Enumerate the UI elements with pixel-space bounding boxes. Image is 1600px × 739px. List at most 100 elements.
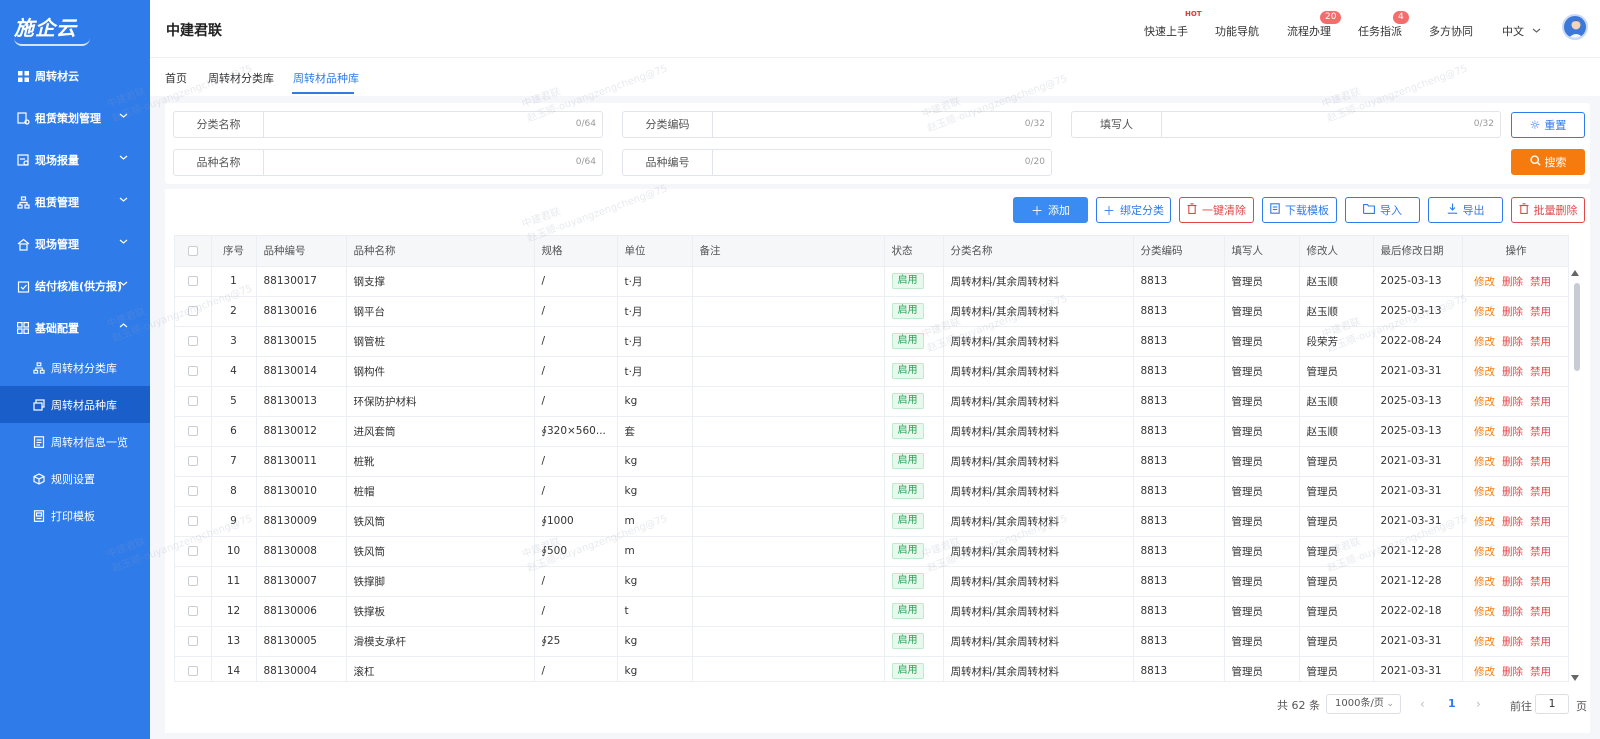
row-checkbox[interactable]: [187, 546, 198, 556]
delete-link[interactable]: 删除: [1502, 306, 1523, 318]
row-checkbox[interactable]: [187, 396, 198, 406]
table-row[interactable]: 13 88130005 滑模支承杆 ∮25 kg 启用 周转材料/其余周转材料 8813 管理员…: [175, 626, 1568, 657]
edit-link[interactable]: 修改: [1474, 306, 1495, 318]
scrollbar-thumb[interactable]: [1574, 283, 1580, 371]
disable-link[interactable]: 禁用: [1530, 576, 1551, 588]
category-name-input[interactable]: 0/64: [264, 112, 602, 137]
edit-link[interactable]: 修改: [1474, 276, 1495, 288]
reset-button[interactable]: ☼ 重置: [1511, 112, 1585, 138]
goto-page-input[interactable]: 1: [1535, 694, 1569, 714]
sidebar-subitem-info-overview[interactable]: 周转材信息一览: [0, 423, 150, 460]
nav-tasks[interactable]: 任务指派: [1358, 23, 1402, 39]
language-select[interactable]: 中文: [1502, 23, 1541, 39]
tab-home[interactable]: 首页: [165, 70, 187, 86]
sidebar-subitem-category-library[interactable]: 周转材分类库: [0, 349, 150, 386]
disable-link[interactable]: 禁用: [1530, 366, 1551, 378]
sidebar-subitem-print-template[interactable]: 打印模板: [0, 497, 150, 534]
disable-link[interactable]: 禁用: [1530, 276, 1551, 288]
table-row[interactable]: 3 88130015 钢管桩 / t·月 启用 周转材料/其余周转材料 8813 管理员 段荣芳 2…: [175, 326, 1568, 357]
select-all-checkbox[interactable]: [187, 245, 198, 256]
disable-link[interactable]: 禁用: [1530, 396, 1551, 408]
delete-link[interactable]: 删除: [1502, 366, 1523, 378]
table-row[interactable]: 7 88130011 桩靴 / kg 启用 周转材料/其余周转材料 8813 管理员 管理员 202…: [175, 446, 1568, 477]
table-row[interactable]: 2 88130016 钢平台 / t·月 启用 周转材料/其余周转材料 8813 管理员 赵玉顺 2…: [175, 296, 1568, 327]
nav-quick-start[interactable]: 快速上手: [1144, 23, 1188, 39]
sidebar-item-basic-config[interactable]: 基础配置: [0, 307, 150, 349]
edit-link[interactable]: 修改: [1474, 336, 1495, 348]
disable-link[interactable]: 禁用: [1530, 636, 1551, 648]
disable-link[interactable]: 禁用: [1530, 606, 1551, 618]
disable-link[interactable]: 禁用: [1530, 486, 1551, 498]
tab-category-library[interactable]: 周转材分类库: [208, 70, 274, 86]
edit-link[interactable]: 修改: [1474, 576, 1495, 588]
delete-link[interactable]: 删除: [1502, 456, 1523, 468]
nav-process[interactable]: 流程办理: [1287, 23, 1331, 39]
delete-link[interactable]: 删除: [1502, 336, 1523, 348]
edit-link[interactable]: 修改: [1474, 396, 1495, 408]
import-button[interactable]: 导入: [1345, 197, 1420, 223]
clear-all-button[interactable]: 一键清除: [1179, 197, 1254, 223]
variety-name-input[interactable]: 0/64: [264, 150, 602, 175]
row-checkbox[interactable]: [187, 426, 198, 436]
row-checkbox[interactable]: [187, 366, 198, 376]
scroll-up-arrow[interactable]: [1571, 270, 1579, 276]
disable-link[interactable]: 禁用: [1530, 666, 1551, 678]
delete-link[interactable]: 删除: [1502, 486, 1523, 498]
delete-link[interactable]: 删除: [1502, 516, 1523, 528]
disable-link[interactable]: 禁用: [1530, 336, 1551, 348]
batch-delete-button[interactable]: 批量删除: [1511, 197, 1585, 223]
sidebar-item-lease-management[interactable]: 租赁管理: [0, 181, 150, 223]
row-checkbox[interactable]: [187, 576, 198, 586]
edit-link[interactable]: 修改: [1474, 516, 1495, 528]
scroll-down-arrow[interactable]: [1571, 675, 1579, 681]
edit-link[interactable]: 修改: [1474, 426, 1495, 438]
row-checkbox[interactable]: [187, 516, 198, 526]
export-button[interactable]: 导出: [1428, 197, 1503, 223]
category-code-input[interactable]: 0/32: [713, 112, 1051, 137]
edit-link[interactable]: 修改: [1474, 486, 1495, 498]
author-input[interactable]: 0/32: [1162, 112, 1500, 137]
tab-variety-library[interactable]: 周转材品种库: [293, 70, 359, 86]
disable-link[interactable]: 禁用: [1530, 426, 1551, 438]
table-row[interactable]: 6 88130012 进风套筒 ∮320×560... 套 启用 周转材料/其余周转材料 88…: [175, 416, 1568, 447]
table-row[interactable]: 11 88130007 铁撑脚 / kg 启用 周转材料/其余周转材料 8813 管理员 管理员 2…: [175, 566, 1568, 597]
row-checkbox[interactable]: [187, 666, 198, 676]
sidebar-item-lease-planning[interactable]: 租赁策划管理: [0, 97, 150, 139]
edit-link[interactable]: 修改: [1474, 666, 1495, 678]
sidebar-subitem-variety-library[interactable]: 周转材品种库: [0, 386, 150, 423]
variety-no-input[interactable]: 0/20: [713, 150, 1051, 175]
row-checkbox[interactable]: [187, 306, 198, 316]
edit-link[interactable]: 修改: [1474, 456, 1495, 468]
table-row[interactable]: 9 88130009 铁风筒 ∮1000 m 启用 周转材料/其余周转材料 8813 管理员 管理…: [175, 506, 1568, 537]
next-page-button[interactable]: ›: [1476, 697, 1481, 711]
sidebar-item-settlement[interactable]: 结付核准(供方报): [0, 265, 150, 307]
nav-function-navigation[interactable]: 功能导航: [1215, 23, 1259, 39]
row-checkbox[interactable]: [187, 276, 198, 286]
user-avatar[interactable]: [1562, 14, 1588, 40]
sidebar-item-site-management[interactable]: 现场管理: [0, 223, 150, 265]
sidebar-subitem-rule-settings[interactable]: 规则设置: [0, 460, 150, 497]
row-checkbox[interactable]: [187, 606, 198, 616]
delete-link[interactable]: 删除: [1502, 666, 1523, 678]
add-button[interactable]: ＋ 添加: [1013, 197, 1088, 223]
delete-link[interactable]: 删除: [1502, 546, 1523, 558]
disable-link[interactable]: 禁用: [1530, 516, 1551, 528]
row-checkbox[interactable]: [187, 336, 198, 346]
current-page[interactable]: 1: [1448, 697, 1456, 710]
delete-link[interactable]: 删除: [1502, 606, 1523, 618]
row-checkbox[interactable]: [187, 636, 198, 646]
sidebar-item-home[interactable]: 周转材云: [0, 55, 150, 97]
nav-collaboration[interactable]: 多方协同: [1429, 23, 1473, 39]
table-row[interactable]: 12 88130006 铁撑板 / t 启用 周转材料/其余周转材料 8813 管理员 管理员 20…: [175, 596, 1568, 627]
table-row[interactable]: 8 88130010 桩帽 / kg 启用 周转材料/其余周转材料 8813 管理员 管理员 202…: [175, 476, 1568, 507]
row-checkbox[interactable]: [187, 486, 198, 496]
delete-link[interactable]: 删除: [1502, 396, 1523, 408]
table-row[interactable]: 5 88130013 环保防护材料 / kg 启用 周转材料/其余周转材料 8813 管理员 赵玉…: [175, 386, 1568, 417]
table-row[interactable]: 1 88130017 钢支撑 / t·月 启用 周转材料/其余周转材料 8813 管理员 赵玉顺 2…: [175, 266, 1568, 297]
table-row[interactable]: 10 88130008 铁风筒 ∮500 m 启用 周转材料/其余周转材料 8813 管理员 管理…: [175, 536, 1568, 567]
edit-link[interactable]: 修改: [1474, 606, 1495, 618]
table-row[interactable]: 4 88130014 钢构件 / t·月 启用 周转材料/其余周转材料 8813 管理员 管理员 2…: [175, 356, 1568, 387]
page-size-select[interactable]: 1000条/页 ⌄: [1326, 694, 1401, 714]
delete-link[interactable]: 删除: [1502, 276, 1523, 288]
prev-page-button[interactable]: ‹: [1420, 697, 1425, 711]
